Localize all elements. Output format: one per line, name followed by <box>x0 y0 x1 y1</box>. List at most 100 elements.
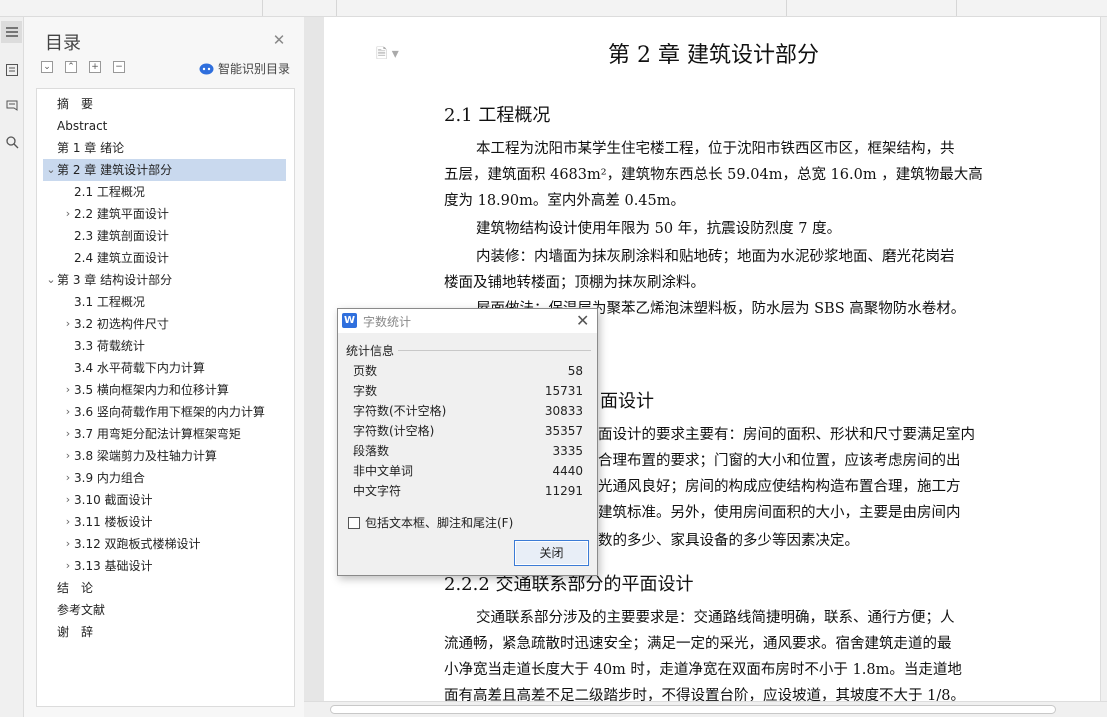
outline-item[interactable]: 2.4 建筑立面设计 <box>43 247 286 269</box>
outline-item[interactable]: 3.1 工程概况 <box>43 291 286 313</box>
outline-item[interactable]: › 3.8 梁端剪力及柱轴力计算 <box>43 445 286 467</box>
outline-item[interactable]: 2.3 建筑剖面设计 <box>43 225 286 247</box>
thumbnail-button[interactable] <box>1 59 22 81</box>
chevron-right-icon[interactable]: › <box>62 313 74 335</box>
stat-row: 字符数(不计空格) 30833 <box>353 401 583 421</box>
top-toolbar <box>0 0 1107 17</box>
outline-item[interactable]: ⌄ 第 3 章 结构设计部分 <box>43 269 286 291</box>
outline-item[interactable]: 3.4 水平荷载下内力计算 <box>43 357 286 379</box>
outline-item[interactable]: › 3.5 横向框架内力和位移计算 <box>43 379 286 401</box>
vertical-scrollbar[interactable] <box>1100 17 1107 701</box>
checkbox-box[interactable] <box>348 516 360 529</box>
stat-row: 中文字符 11291 <box>353 481 583 501</box>
body-line: 楼面及铺地转楼面；顶棚为抹灰刷涂料。 <box>444 275 705 291</box>
outline-item-label: 第 3 章 结构设计部分 <box>57 273 173 287</box>
expand-all-button[interactable]: ⌄ <box>41 61 53 73</box>
outline-item-label: 2.2 建筑平面设计 <box>74 207 169 221</box>
stat-row: 非中文单词 4440 <box>353 461 583 481</box>
toolbar-segment[interactable] <box>336 0 786 16</box>
toolbar-segment[interactable] <box>956 0 1011 16</box>
stat-row: 页数 58 <box>353 361 583 381</box>
section-heading: 2.1 工程概况 <box>444 105 551 126</box>
outline-item[interactable]: › 3.9 内力组合 <box>43 467 286 489</box>
outline-item[interactable]: 参考文献 <box>43 599 286 621</box>
outline-item-label: 3.3 荷载统计 <box>74 339 145 353</box>
stat-label: 中文字符 <box>353 484 402 498</box>
horizontal-scrollbar[interactable] <box>304 701 1107 717</box>
checkbox-label: 包括文本框、脚注和尾注(F) <box>365 516 514 530</box>
body-line: 面设计的要求主要有：房间的面积、形状和尺寸要满足室内 <box>598 427 975 443</box>
chevron-right-icon[interactable]: › <box>62 445 74 467</box>
body-line: 交通联系部分涉及的主要要求是：交通路线简捷明确，联系、通行方便；人 <box>476 610 955 626</box>
chevron-right-icon[interactable]: › <box>62 379 74 401</box>
body-line: 合理布置的要求；门窗的大小和位置，应该考虑房间的出 <box>598 453 961 469</box>
left-tool-rail <box>0 17 24 717</box>
outline-item[interactable]: 2.1 工程概况 <box>43 181 286 203</box>
panel-splitter[interactable] <box>304 17 324 717</box>
find-button[interactable] <box>1 131 22 153</box>
outline-item[interactable]: › 3.2 初选构件尺寸 <box>43 313 286 335</box>
body-line: 流通畅，紧急疏散时迅速安全；满足一定的采光，通风要求。宿舍建筑走道的最 <box>444 636 952 652</box>
bookmark-button[interactable] <box>1 95 22 117</box>
chevron-right-icon[interactable]: › <box>62 511 74 533</box>
stat-value: 35357 <box>544 424 583 438</box>
outline-item-label: 参考文献 <box>57 603 106 617</box>
include-notes-checkbox[interactable]: 包括文本框、脚注和尾注(F) <box>348 514 513 531</box>
wps-logo-icon: W <box>342 313 357 328</box>
outline-item-label: 3.10 截面设计 <box>74 493 153 507</box>
chevron-right-icon[interactable]: › <box>62 203 74 225</box>
toolbar-segment[interactable] <box>262 0 332 16</box>
outline-item[interactable]: › 3.10 截面设计 <box>43 489 286 511</box>
chevron-right-icon[interactable]: › <box>62 489 74 511</box>
body-line: 面有高差且高差不足二级踏步时，不得设置台阶，应设坡道，其坡度不大于 1/8。 <box>444 688 965 701</box>
smart-outline-button[interactable]: 智能识别目录 <box>199 60 290 77</box>
chevron-right-icon[interactable]: › <box>62 423 74 445</box>
outline-tree: 摘 要 Abstract 第 1 章 绪论 ⌄ 第 2 章 建筑设计部分 2.1 工程概况… <box>36 88 295 707</box>
outline-item-label: Abstract <box>57 119 108 133</box>
page-icon[interactable]: 🗎 ▾ <box>376 43 399 67</box>
outline-item[interactable]: › 3.7 用弯矩分配法计算框架弯矩 <box>43 423 286 445</box>
chevron-right-icon[interactable]: › <box>62 401 74 423</box>
minus-icon: − <box>115 61 123 72</box>
outline-item[interactable]: › 3.12 双跑板式楼梯设计 <box>43 533 286 555</box>
chevron-down-icon: ⌄ <box>43 61 51 72</box>
remove-item-button[interactable]: − <box>113 61 125 73</box>
outline-item[interactable]: Abstract <box>43 115 286 137</box>
outline-item-label: 3.1 工程概况 <box>74 295 145 309</box>
stat-value: 11291 <box>544 484 583 498</box>
outline-item[interactable]: › 3.6 竖向荷载作用下框架的内力计算 <box>43 401 286 423</box>
outline-item[interactable]: 谢 辞 <box>43 621 286 643</box>
body-line: 建筑标准。另外，使用房间面积的大小，主要是由房间内 <box>598 505 961 521</box>
close-icon[interactable]: ✕ <box>271 31 287 49</box>
stat-value: 15731 <box>544 384 583 398</box>
outline-item[interactable]: 第 1 章 绪论 <box>43 137 286 159</box>
outline-item[interactable]: › 2.2 建筑平面设计 <box>43 203 286 225</box>
stat-label: 字符数(计空格) <box>353 424 435 438</box>
toolbar-segment[interactable] <box>786 0 956 16</box>
outline-item-label: 3.4 水平荷载下内力计算 <box>74 361 205 375</box>
close-icon[interactable]: ✕ <box>576 311 589 330</box>
outline-item[interactable]: › 3.11 楼板设计 <box>43 511 286 533</box>
chevron-down-icon[interactable]: ⌄ <box>45 269 57 291</box>
outline-item[interactable]: 结 论 <box>43 577 286 599</box>
chevron-down-icon[interactable]: ⌄ <box>45 159 57 181</box>
plus-icon: + <box>91 61 99 72</box>
outline-item-label: 2.4 建筑立面设计 <box>74 251 169 265</box>
scroll-thumb[interactable] <box>330 705 1056 714</box>
stat-label: 页数 <box>353 364 378 378</box>
chevron-right-icon[interactable]: › <box>62 467 74 489</box>
collapse-all-button[interactable]: ⌃ <box>65 61 77 73</box>
chevron-right-icon[interactable]: › <box>62 533 74 555</box>
outline-item[interactable]: › 3.13 基础设计 <box>43 555 286 577</box>
outline-item[interactable]: 摘 要 <box>43 93 286 115</box>
outline-item-label: 第 1 章 绪论 <box>57 141 125 155</box>
chevron-right-icon[interactable]: › <box>62 555 74 577</box>
outline-toggle-button[interactable] <box>1 21 22 43</box>
outline-item[interactable]: 3.3 荷载统计 <box>43 335 286 357</box>
add-item-button[interactable]: + <box>89 61 101 73</box>
outline-item-label: 结 论 <box>57 581 94 595</box>
wps-writer-window: 目录 ✕ ⌄ ⌃ + − 智能识别目录 摘 要 Abstract 第 1 章 绪论 ⌄… <box>0 0 1107 717</box>
outline-item[interactable]: ⌄ 第 2 章 建筑设计部分 <box>43 159 286 181</box>
outline-item-label: 3.12 双跑板式楼梯设计 <box>74 537 201 551</box>
close-button[interactable]: 关闭 <box>514 540 589 566</box>
